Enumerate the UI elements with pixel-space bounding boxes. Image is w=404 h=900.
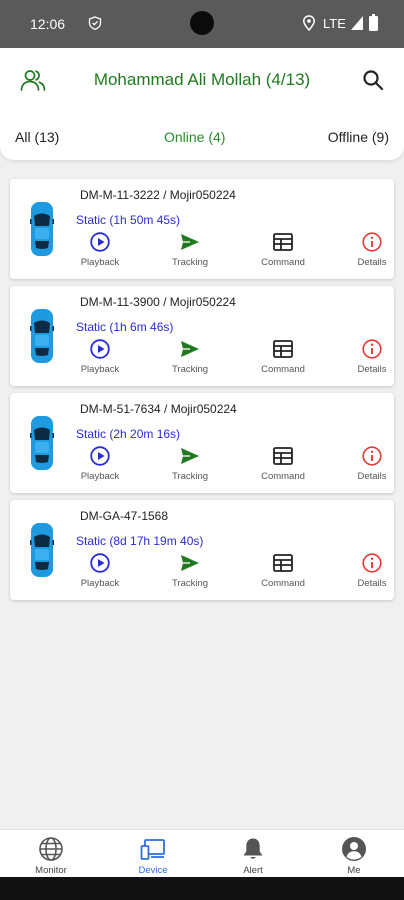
system-gesture-bar [0,877,404,900]
tracking-button[interactable]: Tracking [160,338,220,375]
playback-button[interactable]: Playback [70,231,130,268]
devices-icon [140,839,165,860]
status-time: 12:06 [30,16,66,32]
details-button[interactable]: Details [342,338,402,375]
shield-icon [88,16,102,30]
tracking-label: Tracking [171,257,209,268]
nav-me[interactable]: Me [314,836,394,876]
play-circle-icon [90,446,110,466]
tracking-label: Tracking [171,578,209,589]
car-icon [30,416,54,470]
globe-icon [39,837,63,861]
device-card[interactable]: DM-M-11-3222 / Mojir050224 Static (1h 50… [10,179,394,279]
tracking-label: Tracking [171,471,209,482]
device-name: DM-M-11-3900 / Mojir050224 [80,295,236,309]
camera-cutout [190,11,214,35]
command-button[interactable]: Command [253,338,313,375]
search-icon[interactable] [362,69,384,91]
command-label: Command [261,257,305,268]
command-icon [273,554,293,572]
play-circle-icon [90,339,110,359]
device-card[interactable]: DM-M-11-3900 / Mojir050224 Static (1h 6m… [10,286,394,386]
info-icon [362,339,382,359]
details-button[interactable]: Details [342,445,402,482]
car-icon [30,523,54,577]
playback-label: Playback [80,364,120,375]
filter-tabs: All (13) Online (4) Offline (9) [0,112,404,160]
nav-alert[interactable]: Alert [213,836,293,876]
command-button[interactable]: Command [253,552,313,589]
status-bar: 12:06 LTE [0,0,404,48]
command-label: Command [261,364,305,375]
app-header: Mohammad Ali Mollah (4/13) [0,48,404,112]
device-name: DM-M-11-3222 / Mojir050224 [80,188,236,202]
play-circle-icon [90,232,110,252]
nav-me-label: Me [347,865,361,876]
details-button[interactable]: Details [342,552,402,589]
bell-icon [243,838,263,859]
device-name: DM-GA-47-1568 [80,509,169,523]
tab-online[interactable]: Online (4) [164,129,225,145]
battery-icon [369,14,378,31]
tab-offline[interactable]: Offline (9) [328,129,389,145]
playback-label: Playback [80,257,120,268]
tracking-label: Tracking [171,364,209,375]
device-status: Static (2h 20m 16s) [76,427,181,441]
command-button[interactable]: Command [253,231,313,268]
details-label: Details [357,578,387,589]
details-label: Details [357,257,387,268]
command-icon [273,233,293,251]
device-status: Static (1h 6m 46s) [76,320,174,334]
playback-button[interactable]: Playback [70,338,130,375]
nav-monitor[interactable]: Monitor [11,836,91,876]
device-card[interactable]: DM-M-51-7634 / Mojir050224 Static (2h 20… [10,393,394,493]
command-label: Command [261,578,305,589]
details-label: Details [357,364,387,375]
playback-label: Playback [80,578,120,589]
tracking-button[interactable]: Tracking [160,231,220,268]
send-icon [181,234,199,250]
device-name: DM-M-51-7634 / Mojir050224 [80,402,237,416]
details-button[interactable]: Details [342,231,402,268]
send-icon [181,341,199,357]
nav-alert-label: Alert [243,865,263,876]
command-label: Command [261,471,305,482]
info-icon [362,232,382,252]
tracking-button[interactable]: Tracking [160,552,220,589]
bottom-nav: Monitor Device Alert Me [0,829,404,877]
account-icon [342,837,366,861]
info-icon [362,553,382,573]
playback-label: Playback [80,471,120,482]
playback-button[interactable]: Playback [70,445,130,482]
command-icon [273,340,293,358]
device-status: Static (8d 17h 19m 40s) [76,534,204,548]
page-title: Mohammad Ali Mollah (4/13) [93,70,311,89]
playback-button[interactable]: Playback [70,552,130,589]
network-type: LTE [323,16,346,31]
send-icon [181,448,199,464]
details-label: Details [357,471,387,482]
play-circle-icon [90,553,110,573]
device-card[interactable]: DM-GA-47-1568 Static (8d 17h 19m 40s) Pl… [10,500,394,600]
tracking-button[interactable]: Tracking [160,445,220,482]
location-icon [303,15,315,31]
send-icon [181,555,199,571]
command-icon [273,447,293,465]
device-status: Static (1h 50m 45s) [76,213,181,227]
tab-all[interactable]: All (13) [15,129,59,145]
car-icon [30,309,54,363]
nav-device-label: Device [138,865,168,876]
nav-device[interactable]: Device [113,836,193,876]
info-icon [362,446,382,466]
car-icon [30,202,54,256]
nav-monitor-label: Monitor [35,865,67,876]
signal-icon [351,16,363,30]
users-icon[interactable] [20,68,46,92]
command-button[interactable]: Command [253,445,313,482]
